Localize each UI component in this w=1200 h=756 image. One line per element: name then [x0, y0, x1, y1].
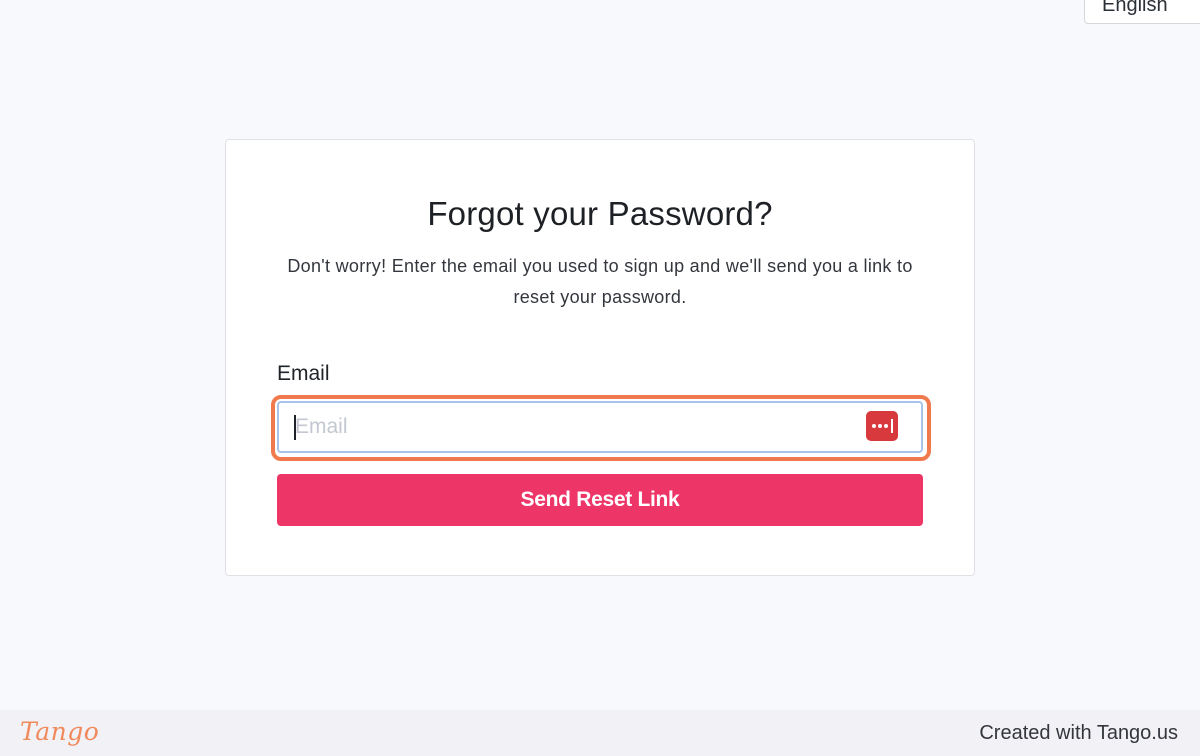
- password-manager-icon[interactable]: [866, 411, 898, 441]
- instructions-text: Don't worry! Enter the email you used to…: [287, 256, 913, 307]
- page-background: English Forgot your Password? Don't worr…: [0, 0, 1200, 710]
- footer-credit-text: Created with Tango.us: [979, 722, 1178, 744]
- tango-logo[interactable]: Tango: [20, 712, 99, 752]
- page-title: Forgot your Password?: [427, 195, 773, 232]
- send-reset-link-button[interactable]: Send Reset Link: [277, 474, 923, 526]
- email-input[interactable]: [277, 401, 923, 453]
- forgot-password-card: Forgot your Password? Don't worry! Enter…: [225, 139, 975, 576]
- dots-icon: [872, 419, 893, 433]
- text-cursor: [294, 415, 296, 440]
- email-label: Email: [277, 362, 330, 385]
- language-selector-button[interactable]: English: [1084, 0, 1200, 24]
